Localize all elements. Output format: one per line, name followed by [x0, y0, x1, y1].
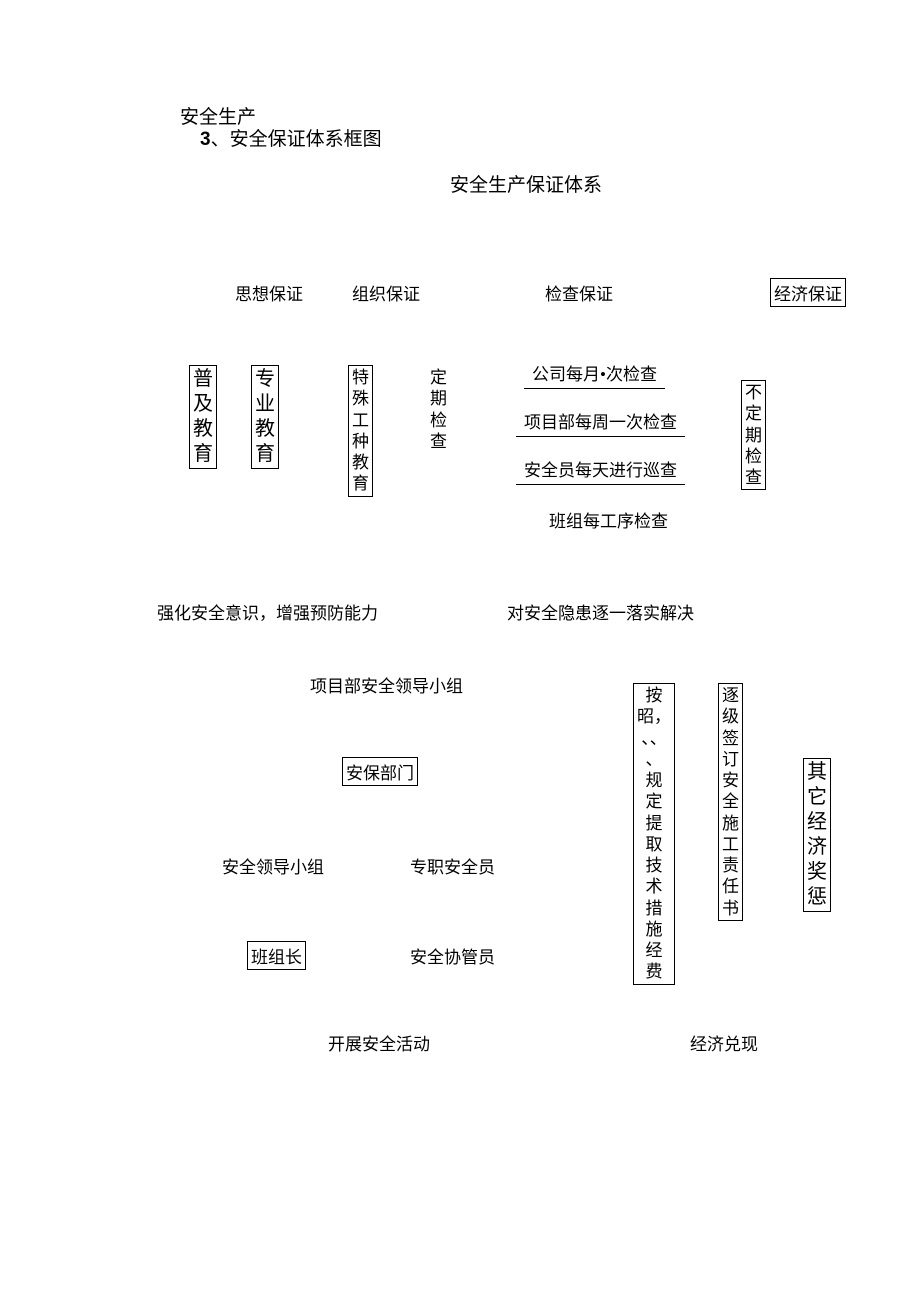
heading-sep: 、 [211, 129, 230, 150]
org-group: 安全领导小组 [222, 853, 324, 878]
heading-number: 3 [200, 129, 211, 150]
v2-7: 工 [722, 834, 739, 855]
zy-char1: 业 [255, 392, 275, 417]
dq-char3: 查 [430, 431, 447, 452]
ts-char3: 种 [352, 431, 369, 452]
teshu-education-box: 特 殊 工 种 教 育 [348, 365, 373, 497]
dq-char0: 定 [430, 367, 447, 388]
v1-10: 措 [646, 898, 663, 919]
puji-char2: 教 [193, 417, 213, 442]
puji-char1: 及 [193, 392, 213, 417]
bdq-char3: 检 [745, 446, 762, 467]
v1-11: 施 [646, 919, 663, 940]
v3-4: 奖 [807, 860, 827, 885]
org-assist: 安全协管员 [410, 943, 495, 968]
v1-6: 提 [646, 813, 663, 834]
v3-3: 济 [807, 835, 827, 860]
vcol-contract-box: 逐 级 签 订 安 全 施 工 责 任 书 [718, 683, 743, 921]
org-fulltime: 专职安全员 [410, 853, 495, 878]
zhuanye-education-box: 专 业 教 育 [251, 365, 279, 469]
zy-char2: 教 [255, 417, 275, 442]
bdq-char4: 查 [745, 467, 762, 488]
zy-char0: 专 [255, 367, 275, 392]
v1-4: 规 [646, 770, 663, 791]
ts-char0: 特 [352, 367, 369, 388]
center-title: 安全生产保证体系 [450, 170, 602, 197]
ts-char1: 殊 [352, 388, 369, 409]
v3-2: 经 [807, 810, 827, 835]
puji-char0: 普 [193, 367, 213, 392]
org-leader-box: 班组长 [247, 941, 306, 970]
bdq-char1: 定 [745, 403, 762, 424]
v2-4: 安 [722, 770, 739, 791]
dingqi-check: 定 期 检 查 [430, 367, 447, 452]
tier1-jingji-box: 经济保证 [770, 278, 846, 307]
org-top: 项目部安全领导小组 [310, 672, 463, 697]
v1-1: 昭， [637, 706, 671, 727]
dq-char1: 期 [430, 388, 447, 409]
bottom-left: 开展安全活动 [328, 1030, 430, 1055]
v2-6: 施 [722, 813, 739, 834]
v1-8: 技 [646, 855, 663, 876]
check-monthly: 公司每月•次检查 [524, 360, 665, 389]
v2-3: 订 [722, 749, 739, 770]
tier1-zuzhi: 组织保证 [352, 280, 420, 305]
puji-education-box: 普 及 教 育 [189, 365, 217, 469]
vcol-reward-box: 其 它 经 济 奖 惩 [803, 758, 831, 912]
v1-7: 取 [646, 834, 663, 855]
bdq-char0: 不 [745, 382, 762, 403]
summary-left: 强化安全意识，增强预防能力 [157, 599, 378, 624]
v1-0: 按 [646, 685, 663, 706]
v1-9: 术 [646, 876, 663, 897]
ts-char4: 教 [352, 452, 369, 473]
dq-char2: 检 [430, 410, 447, 431]
v2-5: 全 [722, 791, 739, 812]
v2-9: 任 [722, 876, 739, 897]
v1-5: 定 [646, 791, 663, 812]
zy-char3: 育 [255, 442, 275, 467]
v1-2: 、、 [641, 728, 667, 749]
v1-3: 、 [646, 749, 663, 770]
org-dept-box: 安保部门 [342, 757, 418, 786]
heading-text: 安全保证体系框图 [230, 129, 382, 150]
v1-13: 费 [646, 961, 663, 982]
v3-5: 惩 [807, 885, 827, 910]
check-per-process: 班组每工序检查 [549, 507, 668, 532]
summary-right: 对安全隐患逐一落实解决 [507, 599, 694, 624]
budingqi-check-box: 不 定 期 检 查 [741, 380, 766, 490]
v3-1: 它 [807, 785, 827, 810]
v3-0: 其 [807, 760, 827, 785]
puji-char3: 育 [193, 442, 213, 467]
bdq-char2: 期 [745, 425, 762, 446]
v2-8: 责 [722, 855, 739, 876]
v2-10: 书 [722, 898, 739, 919]
tier1-sixiang: 思想保证 [235, 280, 303, 305]
ts-char5: 育 [352, 473, 369, 494]
tier1-jiancha: 检查保证 [545, 280, 613, 305]
v2-1: 级 [722, 706, 739, 727]
v2-0: 逐 [722, 685, 739, 706]
check-weekly: 项目部每周一次检查 [516, 408, 685, 437]
v1-12: 经 [646, 940, 663, 961]
ts-char2: 工 [352, 410, 369, 431]
bottom-right: 经济兑现 [690, 1030, 758, 1055]
vcol-fee-box: 按 昭， 、、 、 规 定 提 取 技 术 措 施 经 费 [633, 683, 675, 985]
check-daily: 安全员每天进行巡查 [516, 456, 685, 485]
v2-2: 签 [722, 728, 739, 749]
